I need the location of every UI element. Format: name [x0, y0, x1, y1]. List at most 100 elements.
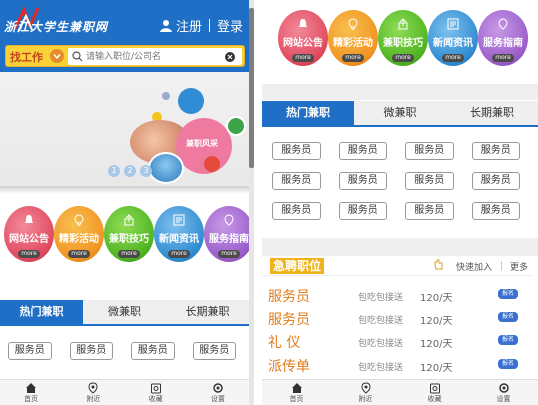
more-button[interactable]: more: [218, 250, 240, 258]
category-news[interactable]: 新闻资讯 more: [428, 10, 478, 72]
banner-circle: [162, 92, 170, 100]
login-link[interactable]: 登录: [217, 16, 243, 35]
more-button[interactable]: more: [18, 250, 40, 258]
category-guide[interactable]: 服务指南 more: [204, 206, 254, 268]
job-chip[interactable]: 服务员: [8, 342, 52, 360]
job-tag: 包吃包接送: [358, 293, 404, 303]
banner-carousel[interactable]: 兼职风采 1 2 3: [0, 72, 249, 188]
guide-icon: [224, 214, 234, 226]
category-activities[interactable]: 精彩活动 more: [328, 10, 378, 72]
job-chip[interactable]: 服务员: [338, 142, 387, 160]
more-button[interactable]: more: [292, 54, 314, 62]
job-chip[interactable]: 服务员: [272, 202, 321, 220]
category-tips[interactable]: 兼职技巧 more: [378, 10, 428, 72]
job-tag: 包吃包接送: [358, 339, 404, 349]
nav-label: 收藏: [427, 395, 442, 403]
category-activities[interactable]: 精彩活动 more: [54, 206, 104, 268]
more-button[interactable]: more: [392, 54, 414, 62]
more-button[interactable]: more: [442, 54, 464, 62]
search-input[interactable]: [68, 48, 242, 65]
apply-badge[interactable]: 报名: [498, 335, 518, 345]
urgent-row[interactable]: 服务员 包吃包接送 120/天 报名: [268, 284, 530, 306]
more-link[interactable]: 更多: [510, 260, 528, 273]
category-label: 网站公告: [9, 234, 49, 245]
category-news[interactable]: 新闻资讯 more: [154, 206, 204, 268]
category-label: 兼职技巧: [383, 38, 423, 49]
apply-badge[interactable]: 报名: [498, 359, 518, 369]
search-category[interactable]: 找工作: [10, 49, 43, 65]
apply-badge[interactable]: 报名: [498, 289, 518, 299]
tab-hot-jobs[interactable]: 热门兼职: [0, 300, 83, 324]
category-announcement[interactable]: 网站公告 more: [4, 206, 54, 268]
link-divider: [501, 261, 502, 271]
job-chip[interactable]: 服务员: [192, 342, 236, 360]
nav-label: 首页: [289, 395, 304, 403]
nav-favorites[interactable]: 收藏: [125, 380, 187, 405]
nav-label: 设置: [210, 395, 225, 403]
favorite-icon: [150, 383, 161, 394]
job-chip[interactable]: 服务员: [69, 342, 113, 360]
more-button[interactable]: more: [168, 250, 190, 258]
header-links: 注册 登录: [159, 16, 243, 35]
category-label: 网站公告: [283, 38, 323, 49]
tab-long-term-jobs[interactable]: 长期兼职: [446, 101, 538, 125]
bell-icon: [299, 19, 307, 27]
category-announcement[interactable]: 网站公告 more: [278, 10, 328, 72]
close-icon[interactable]: [225, 52, 235, 62]
job-chip[interactable]: 服务员: [405, 172, 454, 190]
job-chip[interactable]: 服务员: [405, 142, 454, 160]
tab-long-term-jobs[interactable]: 长期兼职: [166, 300, 249, 324]
category-guide[interactable]: 服务指南 more: [478, 10, 528, 72]
job-tag: 包吃包接送: [358, 316, 404, 326]
job-chip[interactable]: 服务员: [338, 202, 387, 220]
location-icon: [88, 382, 98, 394]
category-tips[interactable]: 兼职技巧 more: [104, 206, 154, 268]
quick-join-link[interactable]: 快速加入: [456, 260, 492, 273]
chevron-down-icon[interactable]: [50, 49, 64, 63]
nav-home[interactable]: 首页: [262, 380, 331, 405]
job-chip[interactable]: 服务员: [272, 142, 321, 160]
banner-circle: [226, 116, 246, 136]
nav-label: 首页: [24, 395, 39, 403]
tab-micro-jobs[interactable]: 微兼职: [354, 101, 446, 125]
job-chip[interactable]: 服务员: [272, 172, 321, 190]
carousel-dot[interactable]: 1: [108, 165, 120, 177]
apply-badge[interactable]: 报名: [498, 312, 518, 322]
more-button[interactable]: more: [118, 250, 140, 258]
tab-micro-jobs[interactable]: 微兼职: [83, 300, 166, 324]
nav-settings[interactable]: 设置: [469, 380, 538, 405]
nav-label: 设置: [496, 395, 511, 403]
job-pay: 120/天: [420, 316, 453, 327]
job-chip[interactable]: 服务员: [131, 342, 175, 360]
carousel-dot[interactable]: 2: [124, 165, 136, 177]
category-label: 新闻资讯: [433, 38, 473, 49]
more-button[interactable]: more: [342, 54, 364, 62]
urgent-row[interactable]: 服务员 包吃包接送 120/天 报名: [268, 307, 530, 329]
tab-hot-jobs[interactable]: 热门兼职: [262, 101, 354, 125]
cloud-icon: [74, 214, 84, 226]
category-bubbles: 网站公告 more 精彩活动 more 兼职技巧 more 新闻资讯 more: [4, 206, 254, 268]
hand-icon: [434, 259, 443, 270]
nav-nearby[interactable]: 附近: [62, 380, 124, 405]
category-label: 服务指南: [209, 234, 249, 245]
more-button[interactable]: more: [492, 54, 514, 62]
job-chip[interactable]: 服务员: [471, 172, 520, 190]
nav-favorites[interactable]: 收藏: [400, 380, 469, 405]
home-icon: [26, 383, 37, 393]
urgent-row[interactable]: 礼 仪 包吃包接送 120/天 报名: [268, 330, 530, 352]
carousel-dot[interactable]: 3: [140, 165, 152, 177]
job-chip[interactable]: 服务员: [405, 202, 454, 220]
banner-circle: [178, 88, 204, 114]
nav-home[interactable]: 首页: [0, 380, 62, 405]
screen-separator: [254, 0, 262, 405]
section-gap: [262, 238, 538, 256]
register-link[interactable]: 注册: [176, 16, 202, 35]
job-chip[interactable]: 服务员: [471, 142, 520, 160]
job-chip[interactable]: 服务员: [338, 172, 387, 190]
nav-settings[interactable]: 设置: [187, 380, 249, 405]
more-button[interactable]: more: [68, 250, 90, 258]
job-chip[interactable]: 服务员: [471, 202, 520, 220]
urgent-row[interactable]: 派传单 包吃包接送 120/天 报名: [268, 354, 530, 376]
nav-nearby[interactable]: 附近: [331, 380, 400, 405]
cloud-icon: [348, 18, 358, 30]
